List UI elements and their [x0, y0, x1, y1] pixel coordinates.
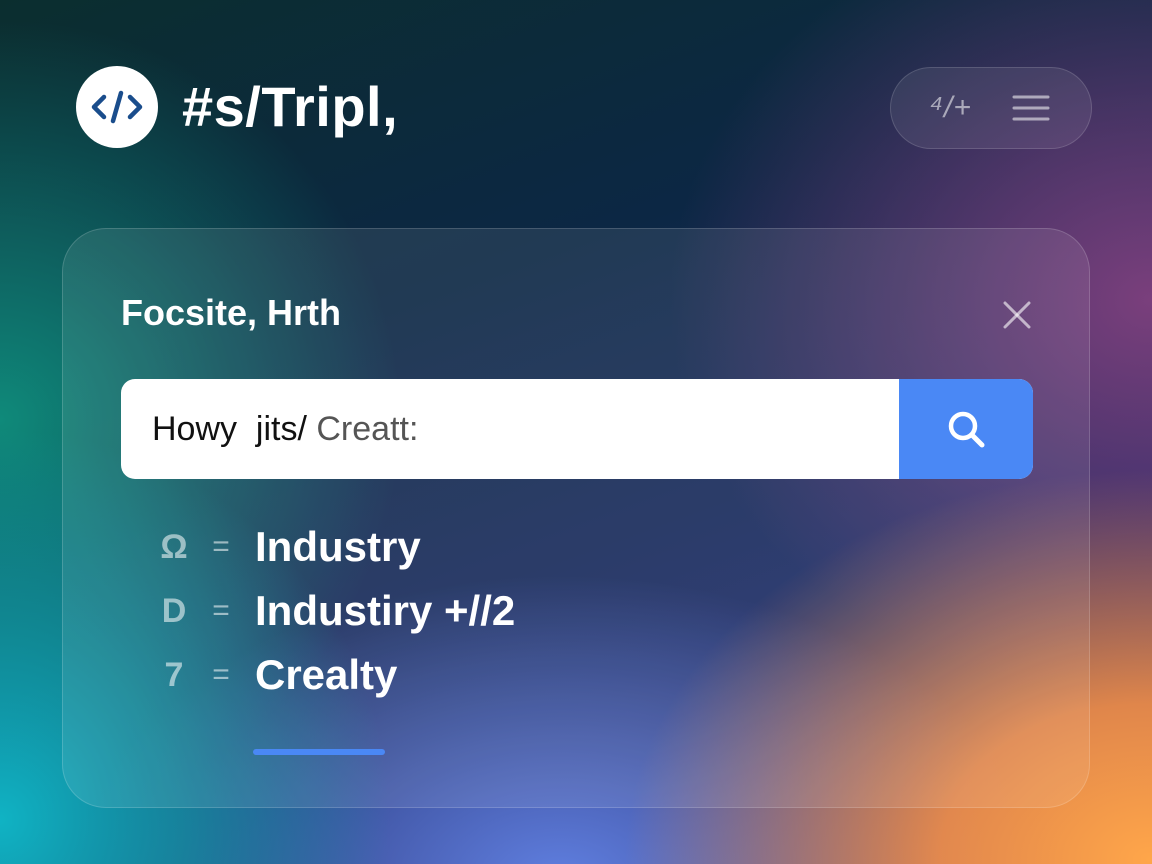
header-actions: ⁴/+	[890, 67, 1092, 149]
close-button[interactable]	[997, 295, 1037, 335]
result-separator: =	[212, 594, 230, 627]
result-separator: =	[212, 658, 230, 691]
search-dialog: Focsite, Hrth Howy jits/ Creatt: Ω = Ind…	[62, 228, 1090, 808]
code-brackets-icon	[91, 90, 143, 124]
result-label: Industry	[255, 523, 421, 570]
code-toggle-icon: ⁴/+	[930, 91, 972, 124]
result-icon: 7	[164, 655, 184, 694]
active-indicator	[253, 749, 385, 755]
result-icon: Ω	[160, 527, 188, 566]
hamburger-menu-icon	[1012, 95, 1050, 121]
code-toggle-button[interactable]: ⁴/+	[919, 78, 983, 138]
result-icon: D	[161, 591, 187, 630]
result-separator: =	[212, 530, 230, 563]
dialog-title: Focsite, Hrth	[121, 292, 342, 333]
result-item-industiry[interactable]: D = Industiry +//2	[157, 581, 516, 641]
result-item-industry[interactable]: Ω = Industry	[157, 517, 421, 577]
search-bar: Howy jits/ Creatt:	[121, 379, 1033, 479]
menu-button[interactable]	[999, 78, 1063, 138]
app-logo[interactable]	[76, 66, 158, 148]
search-icon	[948, 411, 985, 448]
close-icon	[1003, 301, 1031, 329]
result-label: Industiry +//2	[255, 587, 516, 634]
search-query: Howy jits/	[152, 410, 307, 448]
search-placeholder: Creatt:	[316, 410, 419, 448]
search-input[interactable]: Howy jits/ Creatt:	[152, 379, 418, 479]
result-item-crealty[interactable]: 7 = Crealty	[157, 645, 398, 705]
result-label: Crealty	[255, 651, 398, 698]
search-button[interactable]	[899, 379, 1033, 479]
app-title: #s/Tripl,	[182, 75, 399, 138]
